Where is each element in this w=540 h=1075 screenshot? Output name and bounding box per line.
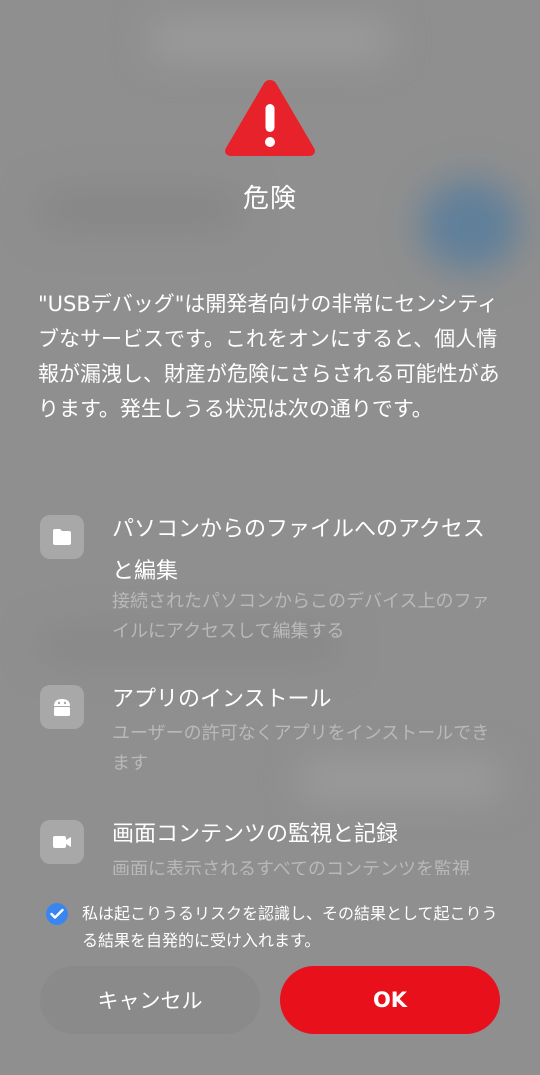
cancel-button[interactable]: キャンセル xyxy=(40,966,260,1034)
dialog-title: 危険 xyxy=(242,184,297,214)
permission-title: 画面コンテンツの監視と記録 xyxy=(112,822,399,847)
permission-description: 接続されたパソコンからこのデバイス上のファイルにアクセスして編集する xyxy=(112,591,490,642)
permission-description: ユーザーの許可なくアプリをインストールできます xyxy=(112,723,490,774)
usb-debugging-warning-dialog: 危険 "USBデバッグ"は開発者向けの非常にセンシティブなサービスです。これをオ… xyxy=(0,0,540,1075)
warning-triangle-icon xyxy=(225,80,315,156)
permission-title: アプリのインストール xyxy=(112,687,332,712)
folder-icon xyxy=(40,515,84,559)
scroll-clip: 画面に表示されるすべてのコンテンツを監視 xyxy=(0,855,540,875)
ok-button[interactable]: OK xyxy=(280,966,500,1034)
checkmark-icon xyxy=(50,908,64,919)
consent-text: 私は起こりうるリスクを認識し、その結果として起こりうる結果を自発的に受け入れます… xyxy=(82,904,498,950)
android-icon xyxy=(40,685,84,729)
consent-checkbox[interactable] xyxy=(46,903,68,925)
dialog-description: "USBデバッグ"は開発者向けの非常にセンシティブなサービスです。これをオンにす… xyxy=(38,292,500,421)
permission-description: 画面に表示されるすべてのコンテンツを監視 xyxy=(112,859,471,875)
permission-title: パソコンからのファイルへのアクセスと編集 xyxy=(112,517,485,584)
